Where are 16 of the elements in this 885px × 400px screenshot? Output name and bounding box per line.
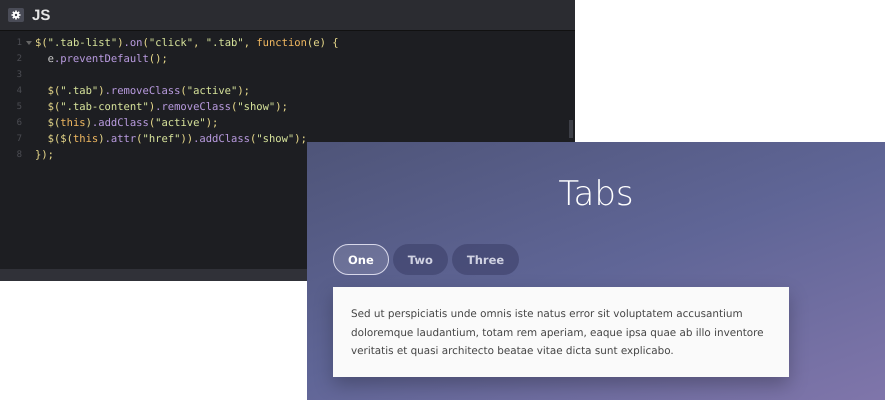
- code-line: $($(this).attr("href")).addClass("show");: [46, 133, 307, 145]
- tab[interactable]: Three: [452, 244, 520, 275]
- tab[interactable]: Two: [392, 244, 448, 275]
- editor-title: JS: [32, 6, 50, 24]
- code-line: $(".tab-list").on("click", ".tab", function(e) {: [35, 37, 339, 49]
- fold-caret-icon[interactable]: [26, 40, 32, 46]
- code-line: e.preventDefault();: [46, 53, 168, 65]
- settings-icon[interactable]: [8, 8, 24, 22]
- code-line: $(this).addClass("active");: [46, 117, 218, 129]
- content-paragraph: Sed ut perspiciatis unde omnis iste natus error sit voluptatem accusantium doloremque laudantium, totam rem aperiam, eaque ipsa quae ab illo inventore veritatis et quasi architecto beatae vitae dicta sunt explicabo.: [351, 307, 765, 359]
- code-line: $(".tab").removeClass("active");: [46, 85, 250, 97]
- code-line: });: [35, 149, 54, 161]
- scrollbar[interactable]: [569, 120, 573, 138]
- page-heading: Tabs: [557, 173, 635, 216]
- tab[interactable]: One: [333, 244, 389, 275]
- code-line: $(".tab-content").removeClass("show");: [46, 101, 288, 113]
